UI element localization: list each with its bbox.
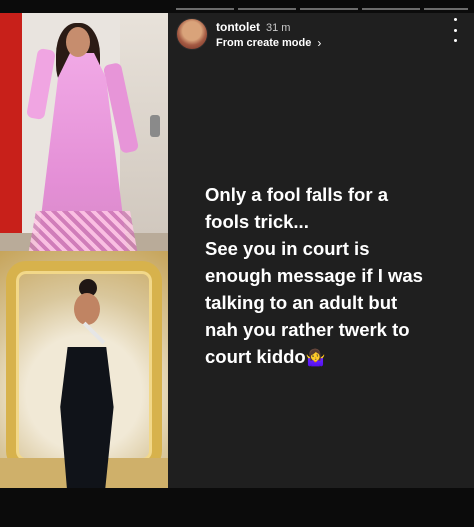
caption-line: nah you rather twerk to — [205, 319, 410, 340]
kebab-dot — [453, 28, 457, 32]
person-face — [66, 27, 90, 57]
more-vertical-icon[interactable] — [450, 18, 460, 42]
caption-line: fools trick... — [205, 211, 309, 232]
timestamp: 31 m — [266, 22, 291, 34]
source-label: From create mode — [216, 37, 312, 49]
caption-line: talking to an adult but — [205, 292, 398, 313]
photo-black-gown-gold-frame — [0, 251, 168, 488]
caption-line: See you in court is — [205, 238, 370, 259]
story-meta: tontolet 31 m From create mode › — [216, 20, 321, 49]
person-face — [74, 293, 100, 325]
dress-sleeve-left — [26, 47, 56, 121]
progress-segment — [300, 8, 358, 10]
chevron-right-icon: › — [317, 36, 322, 50]
story-meta-line: tontolet 31 m — [216, 20, 321, 34]
progress-segment — [238, 8, 296, 10]
caption-last-text: court kiddo — [205, 346, 306, 367]
story-progress-bar — [0, 0, 474, 13]
kebab-dot — [453, 18, 457, 21]
caption-line: Only a fool falls for a — [205, 184, 388, 205]
progress-segment — [424, 8, 468, 10]
profile-avatar[interactable] — [176, 18, 208, 50]
bottom-bar — [0, 488, 474, 527]
progress-segment — [362, 8, 420, 10]
door-handle — [150, 115, 160, 137]
photo-pink-lace-gown — [0, 13, 168, 251]
source-link[interactable]: From create mode › — [216, 37, 321, 49]
caption-line: enough message if I was — [205, 265, 423, 286]
caption-line: court kiddo🤷‍♀️ — [205, 346, 326, 367]
shrug-emoji-icon: 🤷‍♀️ — [305, 350, 326, 367]
dress-lace-hem — [27, 211, 139, 251]
username[interactable]: tontolet — [216, 20, 260, 34]
story-header: tontolet 31 m From create mode › — [176, 18, 468, 54]
kebab-dot — [453, 39, 457, 42]
story-caption: Only a fool falls for a fools trick... S… — [205, 181, 465, 372]
progress-segment — [176, 8, 234, 10]
